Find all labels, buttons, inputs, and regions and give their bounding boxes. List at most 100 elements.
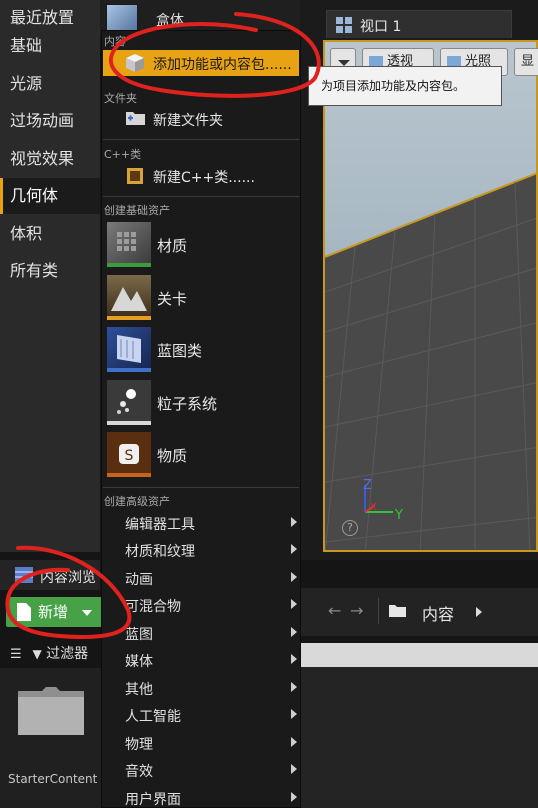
section-basic-assets: 创建基础资产	[104, 204, 170, 217]
chevron-right-icon	[291, 627, 297, 637]
filters-button[interactable]: ☰ ▼ 过滤器	[10, 643, 88, 663]
asset-substance-item[interactable]: S 物质	[103, 432, 299, 480]
chevron-down-icon	[82, 610, 92, 616]
filters-label: 过滤器	[46, 646, 89, 662]
material-icon	[107, 222, 151, 266]
folder-label[interactable]: StarterContent	[8, 772, 97, 786]
path-divider	[378, 598, 379, 624]
submenu-label: 人工智能	[125, 709, 181, 725]
show-label: 显	[521, 54, 535, 69]
submenu-label: 编辑器工具	[125, 517, 195, 533]
new-folder-icon	[126, 112, 145, 125]
new-folder-item[interactable]: 新建文件夹	[103, 106, 299, 132]
add-new-label: 新增	[38, 603, 69, 621]
add-feature-label: 添加功能或内容包......	[153, 57, 292, 73]
floor-grid	[325, 172, 536, 550]
folder-icon[interactable]	[16, 685, 86, 737]
category-lights[interactable]: 光源	[0, 66, 100, 102]
svg-text:S: S	[125, 448, 134, 464]
category-cinematic[interactable]: 过场动画	[0, 103, 100, 139]
chevron-right-icon	[291, 737, 297, 747]
add-feature-content-pack-item[interactable]: 添加功能或内容包......	[103, 50, 299, 76]
chevron-right-icon[interactable]	[476, 607, 482, 617]
substance-icon: S	[107, 432, 151, 476]
material-type-bar	[107, 263, 151, 267]
asset-material-item[interactable]: 材质	[103, 222, 299, 270]
section-advanced-assets: 创建高级资产	[104, 495, 170, 508]
section-content: 内容	[104, 35, 126, 48]
search-bar[interactable]	[300, 643, 538, 667]
show-button[interactable]: 显	[514, 48, 538, 76]
submenu-label: 动画	[125, 572, 153, 588]
asset-blueprint-item[interactable]: 蓝图类	[103, 327, 299, 375]
chevron-right-icon	[291, 764, 297, 774]
submenu-animation[interactable]: 动画	[103, 565, 299, 592]
viewport-scene[interactable]: Z Y X ?	[323, 40, 538, 552]
submenu-ai[interactable]: 人工智能	[103, 702, 299, 729]
submenu-blendables[interactable]: 可混合物	[103, 592, 299, 619]
category-all-classes[interactable]: 所有类	[0, 253, 100, 289]
axis-z-label: Z	[363, 478, 372, 493]
submenu-user-interface[interactable]: 用户界面	[103, 785, 299, 808]
blueprint-label: 蓝图类	[157, 342, 203, 360]
submenu-label: 音效	[125, 764, 153, 780]
viewport-tab-label: 视口 1	[360, 19, 402, 35]
asset-view	[300, 667, 538, 808]
content-browser-icon	[15, 567, 33, 583]
category-visual-effects[interactable]: 视觉效果	[0, 141, 100, 177]
submenu-physics[interactable]: 物理	[103, 730, 299, 757]
chevron-right-icon	[291, 517, 297, 527]
feature-pack-icon	[126, 54, 144, 72]
chevron-right-icon	[291, 709, 297, 719]
new-cpp-class-item[interactable]: 新建C++类......	[103, 163, 299, 189]
submenu-label: 用户界面	[125, 792, 181, 808]
submenu-label: 蓝图	[125, 627, 153, 643]
place-mode-panel: 最近放置 基础 光源 过场动画 视觉效果 几何体 体积 所有类	[0, 0, 100, 552]
chevron-right-icon	[291, 792, 297, 802]
cpp-class-icon	[127, 168, 143, 184]
add-new-button[interactable]: 新增	[6, 597, 102, 627]
particle-type-bar	[107, 421, 151, 425]
path-bar: ← → 内容	[300, 588, 538, 636]
filter-icon: ▼	[32, 647, 42, 661]
viewport-tab[interactable]	[326, 10, 512, 38]
submenu-miscellaneous[interactable]: 其他	[103, 675, 299, 702]
submenu-sounds[interactable]: 音效	[103, 757, 299, 784]
submenu-label: 媒体	[125, 654, 153, 670]
submenu-media[interactable]: 媒体	[103, 647, 299, 674]
folder-open-icon	[389, 605, 406, 617]
particle-icon	[107, 380, 151, 424]
substance-label: 物质	[157, 447, 188, 465]
submenu-materials-textures[interactable]: 材质和纹理	[103, 537, 299, 564]
box-actor-label[interactable]: 盒体	[156, 10, 184, 30]
back-arrow-icon[interactable]: ←	[328, 601, 341, 620]
new-file-icon	[17, 603, 31, 621]
help-icon[interactable]: ?	[342, 520, 358, 536]
chevron-right-icon	[291, 682, 297, 692]
chevron-right-icon	[291, 654, 297, 664]
tooltip: 为项目添加功能及内容包。	[308, 66, 502, 106]
chevron-right-icon	[291, 572, 297, 582]
asset-level-item[interactable]: 关卡	[103, 275, 299, 323]
submenu-editor-utilities[interactable]: 编辑器工具	[103, 510, 299, 537]
axis-y-label: Y	[395, 508, 403, 523]
submenu-label: 可混合物	[125, 599, 181, 615]
section-folder: 文件夹	[104, 92, 137, 105]
new-folder-label: 新建文件夹	[153, 113, 223, 129]
level-label: 关卡	[157, 290, 188, 308]
forward-arrow-icon[interactable]: →	[350, 601, 363, 620]
menu-separator	[103, 487, 299, 488]
blueprint-icon	[107, 327, 151, 371]
category-geometry[interactable]: 几何体	[0, 178, 100, 214]
chevron-right-icon	[291, 599, 297, 609]
list-view-icon[interactable]: ☰	[10, 647, 28, 662]
asset-particle-item[interactable]: 粒子系统	[103, 380, 299, 428]
new-cpp-class-label: 新建C++类......	[153, 170, 255, 186]
category-volumes[interactable]: 体积	[0, 216, 100, 252]
submenu-blueprints[interactable]: 蓝图	[103, 620, 299, 647]
section-cpp: C++类	[104, 148, 142, 161]
viewport-icon	[336, 17, 352, 33]
path-content-label[interactable]: 内容	[422, 601, 454, 625]
particle-label: 粒子系统	[157, 395, 218, 413]
category-basic[interactable]: 基础	[0, 28, 100, 64]
